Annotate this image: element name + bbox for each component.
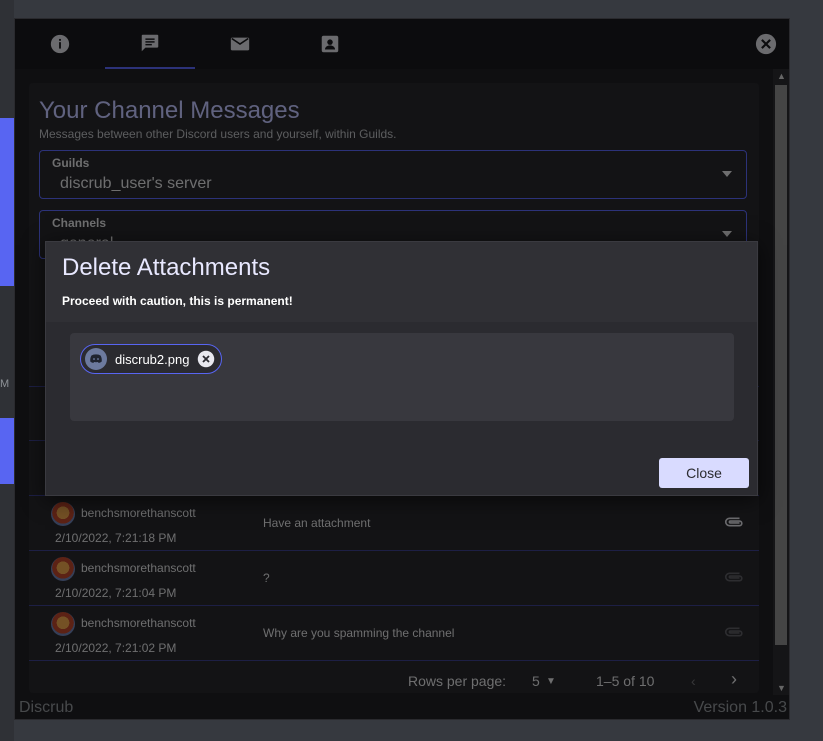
pagination-range: 1–5 of 10 [596,673,655,689]
attachment-icon [724,627,743,637]
tab-about[interactable] [15,19,105,69]
message-username: benchsmorethanscott [81,616,196,630]
tab-channel-messages[interactable] [105,19,195,69]
mail-icon [230,37,250,51]
background-panel [0,418,14,484]
table-pagination: Rows per page: 5 ▼ 1–5 of 10 ‹ › [29,663,759,693]
guild-select-label: Guilds [52,156,90,170]
page-title: Your Channel Messages [39,97,300,124]
scroll-thumb[interactable] [775,85,787,645]
chat-icon [141,34,159,52]
guild-select[interactable]: Guilds discrub_user's server [39,150,747,199]
scrollbar[interactable]: ▲ ▼ [773,69,789,695]
background-panel [0,118,14,286]
close-button[interactable]: Close [659,458,749,488]
table-row[interactable]: benchsmorethanscott 2/10/2022, 7:21:04 P… [29,551,759,606]
discord-logo-icon [85,348,107,370]
tab-user-profile[interactable] [285,19,375,69]
message-timestamp: 2/10/2022, 7:21:04 PM [55,586,177,600]
attachment-chip[interactable]: discrub2.png [80,344,223,374]
dialog-header: Delete Attachments Proceed with caution,… [46,242,757,322]
tab-direct-messages[interactable] [195,19,285,69]
attachment-icon[interactable] [723,514,745,530]
message-content: ? [263,571,270,585]
avatar [51,612,75,636]
message-timestamp: 2/10/2022, 7:21:18 PM [55,531,177,545]
close-icon[interactable] [755,33,777,55]
page-subtitle: Messages between other Discord users and… [39,127,397,141]
scroll-up-icon[interactable]: ▲ [777,71,786,81]
info-icon [50,34,70,54]
avatar [51,557,75,581]
background-text: M [0,378,10,390]
scroll-down-icon[interactable]: ▼ [777,683,786,693]
attachment-filename: discrub2.png [115,351,190,367]
dialog-warning: Proceed with caution, this is permanent! [62,294,293,308]
next-page-icon[interactable]: › [731,669,737,690]
remove-attachment-icon[interactable] [197,350,215,368]
contact-icon [321,35,339,53]
chevron-down-icon [722,231,732,237]
chevron-down-icon: ▼ [546,676,556,687]
message-username: benchsmorethanscott [81,561,196,575]
table-row[interactable]: benchsmorethanscott 2/10/2022, 7:21:02 P… [29,606,759,661]
message-content: Have an attachment [263,516,371,530]
attachment-icon [724,572,743,582]
channel-select-label: Channels [52,216,107,230]
avatar [51,502,75,526]
app-name: Discrub [19,699,74,716]
delete-attachments-dialog: Delete Attachments Proceed with caution,… [45,241,758,496]
previous-page-icon[interactable]: ‹ [691,673,696,689]
app-version: Version 1.0.3 [693,699,787,716]
guild-select-value: discrub_user's server [60,175,212,192]
discord-background [0,0,14,741]
rows-per-page-select[interactable]: 5 [532,673,540,689]
message-username: benchsmorethanscott [81,506,196,520]
status-bar: Discrub Version 1.0.3 [15,695,789,719]
message-timestamp: 2/10/2022, 7:21:02 PM [55,641,177,655]
message-content: Why are you spamming the channel [263,626,455,640]
rows-per-page-label: Rows per page: [408,673,507,689]
attachment-list: discrub2.png [70,333,734,421]
chevron-down-icon [722,171,732,177]
dialog-title: Delete Attachments [62,254,271,281]
tab-bar [15,19,789,69]
table-row[interactable]: benchsmorethanscott 2/10/2022, 7:21:18 P… [29,496,759,551]
